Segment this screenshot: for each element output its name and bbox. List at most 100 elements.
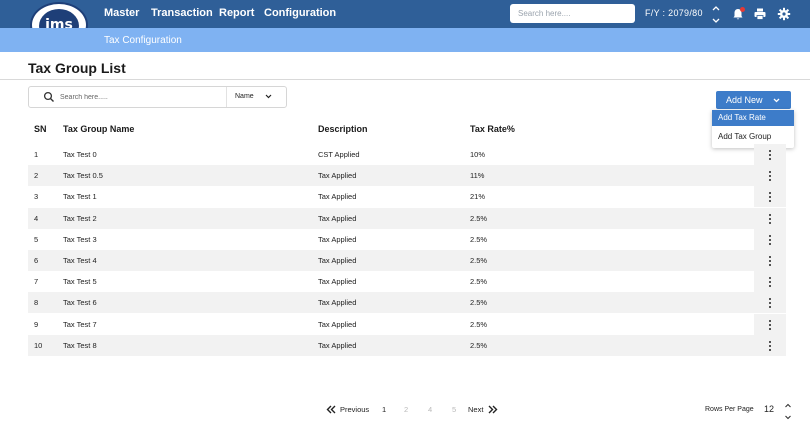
search-divider [226, 87, 227, 107]
row-actions-button[interactable] [754, 334, 786, 356]
row-actions-button[interactable] [754, 186, 786, 208]
nav-master[interactable]: Master [104, 7, 139, 19]
cell-sn: 9 [34, 319, 39, 329]
nav-transaction[interactable]: Transaction [151, 7, 213, 19]
cell-sn: 7 [34, 277, 39, 287]
table-row[interactable]: 4 Tax Test 2 Tax Applied 2.5% [28, 207, 786, 229]
more-vertical-icon [769, 171, 771, 182]
more-vertical-icon [769, 319, 771, 330]
more-vertical-icon [769, 213, 771, 224]
row-actions-button[interactable] [754, 165, 786, 187]
cell-sn: 2 [34, 171, 39, 181]
cell-sn: 4 [34, 213, 39, 223]
chevron-down-icon[interactable] [784, 413, 792, 421]
double-chevron-left-icon[interactable] [326, 405, 336, 414]
search-icon [43, 91, 54, 102]
cell-tax-group-name: Tax Test 7 [63, 319, 97, 329]
cell-tax-group-name: Tax Test 5 [63, 277, 97, 287]
row-actions-button[interactable] [754, 228, 786, 250]
chevron-up-icon[interactable] [711, 4, 721, 13]
more-vertical-icon [769, 298, 771, 309]
chevron-down-icon[interactable] [711, 16, 721, 25]
search-field-select[interactable]: Name [235, 93, 254, 100]
title-divider [0, 79, 810, 80]
cell-tax-rate: 10% [470, 150, 486, 159]
row-actions-button[interactable] [754, 292, 786, 314]
chevron-up-icon[interactable] [784, 402, 792, 410]
next-page-button[interactable]: Next [468, 405, 483, 414]
table-header: SN Tax Group Name Description Tax Rate% [28, 118, 786, 140]
cell-description: Tax Applied [318, 319, 357, 329]
chevron-down-icon[interactable] [264, 92, 273, 101]
more-vertical-icon [769, 256, 771, 266]
page-4[interactable]: 4 [428, 405, 432, 414]
notification-dot [740, 7, 745, 12]
cell-tax-group-name: Tax Test 2 [63, 213, 97, 223]
table-row[interactable]: 7 Tax Test 5 Tax Applied 2.5% [28, 271, 786, 293]
cell-sn: 10 [34, 340, 43, 350]
column-header-description[interactable]: Description [318, 124, 368, 134]
page-5[interactable]: 5 [452, 405, 456, 414]
previous-page-button[interactable]: Previous [340, 405, 369, 414]
nav-report[interactable]: Report [219, 7, 254, 19]
breadcrumb-tax-configuration[interactable]: Tax Configuration [104, 35, 182, 46]
cell-tax-rate: 2.5% [470, 256, 488, 265]
page-2[interactable]: 2 [404, 405, 408, 414]
cell-sn: 8 [34, 298, 39, 308]
column-header-name[interactable]: Tax Group Name [63, 124, 134, 134]
cell-tax-group-name: Tax Test 3 [63, 234, 97, 244]
table-search-input[interactable] [60, 90, 220, 104]
cell-tax-group-name: Tax Test 4 [63, 256, 97, 265]
cell-tax-rate: 2.5% [470, 340, 488, 350]
cell-tax-rate: 21% [470, 192, 486, 202]
table-row[interactable]: 3 Tax Test 1 Tax Applied 21% [28, 186, 786, 208]
cell-tax-rate: 2.5% [470, 277, 488, 287]
gear-icon[interactable] [777, 7, 791, 21]
page-title: Tax Group List [28, 60, 126, 76]
cell-tax-group-name: Tax Test 0.5 [63, 171, 103, 181]
row-actions-button[interactable] [754, 207, 786, 229]
add-new-button[interactable]: Add New [716, 91, 791, 109]
table-search-box: Name [28, 86, 287, 108]
row-actions-button[interactable] [754, 144, 786, 165]
cell-tax-group-name: Tax Test 1 [63, 192, 97, 202]
cell-sn: 3 [34, 192, 39, 202]
cell-tax-rate: 2.5% [470, 234, 488, 244]
table-row[interactable]: 10 Tax Test 8 Tax Applied 2.5% [28, 334, 786, 356]
table-row[interactable]: 2 Tax Test 0.5 Tax Applied 11% [28, 165, 786, 187]
row-actions-button[interactable] [754, 271, 786, 293]
cell-description: Tax Applied [318, 340, 357, 350]
more-vertical-icon [769, 277, 771, 288]
double-chevron-right-icon[interactable] [488, 405, 498, 414]
page-1[interactable]: 1 [382, 405, 386, 414]
cell-tax-group-name: Tax Test 8 [63, 340, 97, 350]
printer-icon[interactable] [753, 7, 767, 21]
cell-description: CST Applied [318, 150, 360, 159]
cell-tax-rate: 2.5% [470, 298, 488, 308]
add-new-label: Add New [726, 95, 763, 105]
more-vertical-icon [769, 150, 771, 160]
global-search-input[interactable] [510, 4, 635, 23]
table-row[interactable]: 6 Tax Test 4 Tax Applied 2.5% [28, 250, 786, 271]
table-row[interactable]: 9 Tax Test 7 Tax Applied 2.5% [28, 313, 786, 335]
cell-tax-group-name: Tax Test 0 [63, 150, 97, 159]
rows-per-page-stepper[interactable] [784, 402, 792, 421]
cell-tax-rate: 11% [470, 171, 485, 181]
nav-configuration[interactable]: Configuration [264, 7, 336, 19]
cell-description: Tax Applied [318, 213, 357, 223]
fiscal-year-stepper[interactable] [711, 4, 721, 24]
cell-tax-group-name: Tax Test 6 [63, 298, 97, 308]
row-actions-button[interactable] [754, 250, 786, 271]
table-row[interactable]: 5 Tax Test 3 Tax Applied 2.5% [28, 228, 786, 250]
cell-description: Tax Applied [318, 192, 357, 202]
cell-sn: 6 [34, 256, 39, 265]
column-header-sn[interactable]: SN [34, 124, 47, 134]
rows-per-page-value[interactable]: 12 [764, 404, 774, 414]
cell-description: Tax Applied [318, 171, 357, 181]
cell-sn: 1 [34, 150, 39, 159]
column-header-tax-rate[interactable]: Tax Rate% [470, 124, 515, 134]
row-actions-button[interactable] [754, 313, 786, 335]
table-row[interactable]: 1 Tax Test 0 CST Applied 10% [28, 144, 786, 165]
table-row[interactable]: 8 Tax Test 6 Tax Applied 2.5% [28, 292, 786, 314]
more-vertical-icon [769, 192, 771, 203]
